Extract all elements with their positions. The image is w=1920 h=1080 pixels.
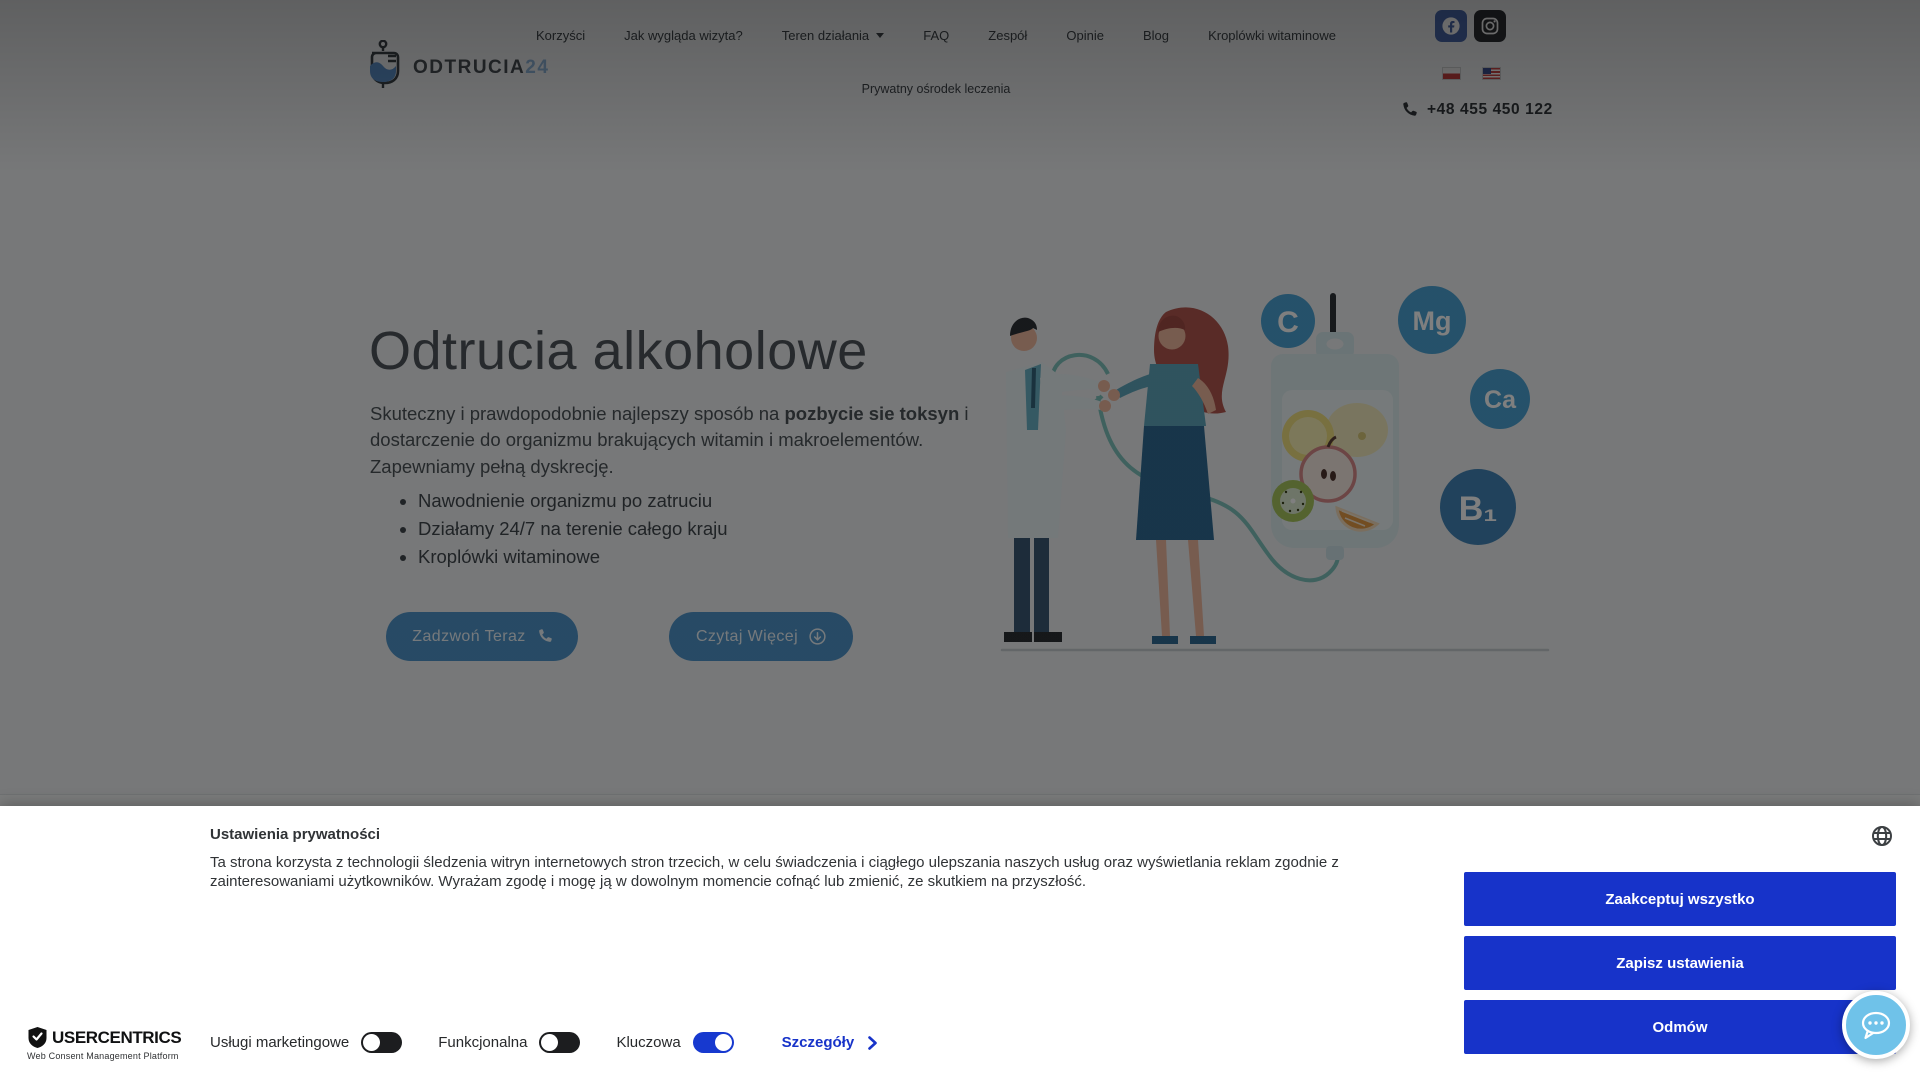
- details-link[interactable]: Szczegóły: [782, 1034, 878, 1051]
- nav-faq[interactable]: FAQ: [923, 28, 949, 43]
- language-switcher: [1443, 68, 1500, 79]
- bullet-item: Działamy 24/7 na terenie całego kraju: [418, 518, 728, 540]
- brand-tagline: Prywatny ośrodek leczenia: [536, 82, 1336, 96]
- call-now-button[interactable]: Zadzwoń Teraz: [386, 612, 578, 661]
- usercentrics-logo[interactable]: USERCENTRICS Web Consent Management Plat…: [27, 1026, 181, 1061]
- toggle-functional[interactable]: [539, 1032, 580, 1053]
- chevron-right-icon: [868, 1036, 877, 1050]
- save-settings-button[interactable]: Zapisz ustawienia: [1464, 936, 1896, 990]
- consent-toggles: Usługi marketingowe Funkcjonalna Kluczow…: [210, 1032, 877, 1053]
- globe-icon[interactable]: [1870, 824, 1894, 848]
- chat-launcher-button[interactable]: [1842, 991, 1910, 1059]
- bullet-item: Kroplówki witaminowe: [418, 546, 728, 568]
- bullet-item: Nawodnienie organizmu po zatruciu: [418, 490, 728, 512]
- main-nav: Korzyści Jak wygląda wizyta? Teren dział…: [536, 28, 1336, 43]
- phone-handset-icon: [537, 629, 552, 644]
- chevron-down-icon: [876, 33, 884, 38]
- toggle-essential[interactable]: [693, 1032, 734, 1053]
- cookie-consent-banner: Ustawienia prywatności Ta strona korzyst…: [0, 806, 1920, 1080]
- toggle-label-marketing: Usługi marketingowe: [210, 1034, 349, 1051]
- vendor-name: USERCENTRICS: [52, 1028, 181, 1048]
- flag-usa-icon[interactable]: [1483, 68, 1500, 79]
- nav-kroplowki-witaminowe[interactable]: Kroplówki witaminowe: [1208, 28, 1336, 43]
- hero-description-bold: pozbycie sie toksyn: [784, 403, 959, 424]
- read-more-button[interactable]: Czytaj Więcej: [669, 612, 853, 661]
- instagram-icon[interactable]: [1474, 10, 1506, 42]
- nav-opinie[interactable]: Opinie: [1066, 28, 1104, 43]
- nav-teren-dzialania[interactable]: Teren działania: [782, 28, 884, 43]
- phone-number: +48 455 450 122: [1427, 101, 1553, 119]
- toggle-marketing[interactable]: [361, 1032, 402, 1053]
- nav-korzysci[interactable]: Korzyści: [536, 28, 585, 43]
- brand-name: ODTRUCIA24: [413, 57, 549, 79]
- iv-bag: [1271, 332, 1399, 560]
- hero-illustration: C Mg Ca B₁: [990, 278, 1565, 668]
- social-links: [1435, 10, 1506, 42]
- vitamin-b1-bubble: B₁: [1459, 490, 1498, 528]
- header-phone[interactable]: +48 455 450 122: [1401, 101, 1553, 119]
- arrow-down-circle-icon: [809, 628, 826, 645]
- patient-figure: [1108, 307, 1229, 644]
- facebook-icon[interactable]: [1435, 10, 1467, 42]
- hero-bullet-list: Nawodnienie organizmu po zatruciu Działa…: [394, 490, 728, 574]
- flag-poland-icon[interactable]: [1443, 68, 1460, 79]
- iv-bag-logo-icon: [366, 40, 404, 95]
- hero-description: Skuteczny i prawdopodobnie najlepszy spo…: [370, 401, 970, 480]
- consent-title: Ustawienia prywatności: [210, 826, 380, 843]
- chat-bubble-icon: [1860, 1011, 1892, 1040]
- vitamin-mg-bubble: Mg: [1413, 306, 1452, 336]
- brand-logo[interactable]: ODTRUCIA24: [366, 40, 549, 95]
- usercentrics-shield-icon: [27, 1026, 48, 1049]
- toggle-label-functional: Funkcjonalna: [438, 1034, 527, 1051]
- toggle-label-essential: Kluczowa: [616, 1034, 680, 1051]
- phone-icon: [1401, 102, 1417, 118]
- hero-section: ODTRUCIA24 Korzyści Jak wygląda wizyta? …: [0, 0, 1920, 794]
- nav-zespol[interactable]: Zespół: [988, 28, 1027, 43]
- accept-all-button[interactable]: Zaakceptuj wszystko: [1464, 872, 1896, 926]
- page-title: Odtrucia alkoholowe: [369, 320, 868, 382]
- vitamin-ca-bubble: Ca: [1484, 386, 1517, 414]
- nav-jak-wyglada-wizyta[interactable]: Jak wygląda wizyta?: [624, 28, 743, 43]
- vitamin-c-bubble: C: [1277, 306, 1299, 339]
- consent-description: Ta strona korzysta z technologii śledzen…: [210, 853, 1355, 891]
- vendor-tagline: Web Consent Management Platform: [27, 1051, 181, 1061]
- brand-suffix: 24: [525, 57, 549, 78]
- deny-button[interactable]: Odmów: [1464, 1000, 1896, 1054]
- nav-blog[interactable]: Blog: [1143, 28, 1169, 43]
